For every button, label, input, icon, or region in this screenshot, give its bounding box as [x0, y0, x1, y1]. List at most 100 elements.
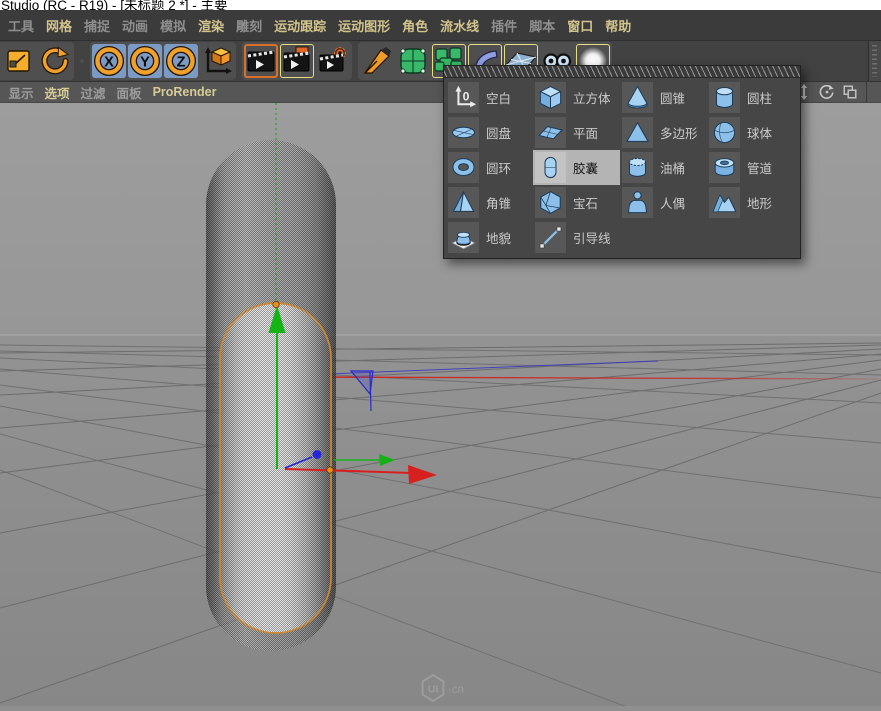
render-view-icon — [244, 44, 278, 78]
primitive-item-plane[interactable]: 平面 — [533, 115, 620, 150]
primitive-item-label: 圆盘 — [486, 123, 511, 142]
coord-system-icon — [200, 44, 234, 78]
spline-pen-button[interactable] — [360, 44, 394, 78]
primitive-item-label: 圆环 — [486, 158, 511, 177]
menubar-item[interactable]: 网格 — [40, 16, 78, 35]
primitive-item-tube[interactable]: 管道 — [707, 150, 794, 185]
capsule-radius-handle[interactable] — [327, 467, 333, 473]
subdivision-icon — [396, 44, 430, 78]
primitive-item-oil-tank[interactable]: 油桶 — [620, 150, 707, 185]
svg-text:Y: Y — [140, 54, 150, 70]
menubar-item[interactable]: 脚本 — [523, 16, 561, 35]
primitive-item-label: 球体 — [747, 123, 772, 142]
pen-icon — [360, 44, 394, 78]
primitive-item-label: 圆锥 — [660, 88, 685, 107]
menubar-item[interactable]: 运动图形 — [332, 16, 396, 35]
menubar-item[interactable]: 捕捉 — [78, 16, 116, 35]
primitive-item-label: 平面 — [573, 123, 598, 142]
menubar-item[interactable]: 工具 — [2, 16, 40, 35]
primitive-item-label: 圆柱 — [747, 88, 772, 107]
primitive-item-disc[interactable]: 圆盘 — [446, 115, 533, 150]
render-picture-viewer-button[interactable] — [280, 44, 314, 78]
axis-ring-icon: Y — [128, 44, 162, 78]
primitive-item-label: 引导线 — [573, 228, 611, 247]
viewport-menu-item[interactable]: 面板 — [111, 83, 147, 102]
render-settings-button[interactable] — [316, 44, 350, 78]
x-axis-lock-button[interactable]: X — [92, 44, 126, 78]
coordinate-system-button[interactable] — [200, 44, 234, 78]
menubar-item[interactable]: 运动跟踪 — [268, 16, 332, 35]
relief-icon — [448, 222, 479, 253]
primitive-item-cone[interactable]: 圆锥 — [620, 80, 707, 115]
menubar-item[interactable]: 模拟 — [154, 16, 192, 35]
subdivision-surface-button[interactable] — [396, 44, 430, 78]
collapsed-palette-edge[interactable] — [868, 41, 881, 81]
rotate-tool-button[interactable] — [38, 44, 72, 78]
menubar-item[interactable]: 窗口 — [561, 16, 599, 35]
torus-icon — [448, 152, 479, 183]
render-view-button[interactable] — [244, 44, 278, 78]
primitive-item-landscape[interactable]: 地形 — [707, 185, 794, 220]
viewport-menu-item[interactable]: 显示 — [3, 83, 39, 102]
svg-text:0: 0 — [463, 89, 470, 103]
toolbar-group-axis-locks: X YZ — [90, 42, 236, 80]
rotate-icon — [38, 44, 72, 78]
menubar-item[interactable]: 动画 — [116, 16, 154, 35]
primitive-item-null[interactable]: 0 空白 — [446, 80, 533, 115]
primitive-item-label: 管道 — [747, 158, 772, 177]
guide-icon — [535, 222, 566, 253]
viewport-menu-item[interactable]: 过滤 — [75, 83, 111, 102]
primitive-item-label: 宝石 — [573, 193, 598, 212]
scale-tool-button[interactable] — [2, 44, 36, 78]
primitive-item-sphere[interactable]: 球体 — [707, 115, 794, 150]
menubar-item[interactable]: 雕刻 — [230, 16, 268, 35]
primitive-item-label: 多边形 — [660, 123, 698, 142]
primitive-item-torus[interactable]: 圆环 — [446, 150, 533, 185]
plane-icon — [535, 117, 566, 148]
viewport-menu-item[interactable]: ProRender — [147, 85, 222, 99]
z-axis-dot[interactable] — [313, 450, 322, 459]
capsule-preview-halftone — [206, 140, 336, 651]
figure-icon — [622, 187, 653, 218]
menubar-item[interactable]: 插件 — [485, 16, 523, 35]
cone-icon — [622, 82, 653, 113]
title-bar: Studio (RC - R19) - [未标题 2 *] - 主要 — [0, 0, 881, 10]
pyramid-icon — [448, 187, 479, 218]
primitive-item-pyramid[interactable]: 角锥 — [446, 185, 533, 220]
tube-icon — [709, 152, 740, 183]
y-axis-lock-button[interactable]: Y — [128, 44, 162, 78]
primitives-flyout-menu: 0 空白 立方体 圆锥 圆柱圆盘 平面 多边形 球体圆环 胶囊油桶 管道角锥 宝石 人偶地形地貌 引导线 — [443, 65, 801, 259]
rotate-view-icon — [819, 84, 835, 100]
primitive-item-relief[interactable]: 地貌 — [446, 220, 533, 255]
menu-bar: 工具网格捕捉动画模拟渲染雕刻运动跟踪运动图形角色流水线插件脚本窗口帮助 — [0, 10, 881, 41]
menubar-item[interactable]: 帮助 — [599, 16, 637, 35]
rotate-view-button[interactable] — [819, 84, 835, 100]
menubar-item[interactable]: 流水线 — [434, 16, 485, 35]
svg-text:X: X — [104, 54, 114, 70]
render-settings-icon — [316, 44, 350, 78]
toolbar-group-render-commands — [242, 42, 352, 80]
primitive-item-platonic[interactable]: 宝石 — [533, 185, 620, 220]
primitive-item-label: 空白 — [486, 88, 511, 107]
viewport-menu-item[interactable]: 选项 — [39, 83, 75, 102]
menubar-item[interactable]: 渲染 — [192, 16, 230, 35]
toggle-view-button[interactable] — [842, 84, 858, 100]
primitive-item-capsule[interactable]: 胶囊 — [533, 150, 620, 185]
primitive-item-cylinder[interactable]: 圆柱 — [707, 80, 794, 115]
window-title: Studio (RC - R19) - [未标题 2 *] - 主要 — [1, 0, 881, 10]
menubar-item[interactable]: 角色 — [396, 16, 434, 35]
primitive-item-figure[interactable]: 人偶 — [620, 185, 707, 220]
toolbar-group-transform-tools — [0, 42, 74, 80]
primitive-item-label: 角锥 — [486, 193, 511, 212]
primitives-grid: 0 空白 立方体 圆锥 圆柱圆盘 平面 多边形 球体圆环 胶囊油桶 管道角锥 宝石 人偶地形地貌 引导线 — [444, 78, 800, 258]
primitive-item-guide[interactable]: 引导线 — [533, 220, 620, 255]
toolbar-group-last-used-tool — [80, 59, 84, 63]
primitive-item-polygon[interactable]: 多边形 — [620, 115, 707, 150]
polygon-icon — [622, 117, 653, 148]
flyout-drag-handle[interactable] — [444, 66, 800, 78]
primitive-item-cube[interactable]: 立方体 — [533, 80, 620, 115]
capsule-top-handle[interactable] — [273, 301, 279, 307]
capsule-object[interactable] — [206, 140, 336, 651]
axis-ring-icon: Z — [164, 44, 198, 78]
z-axis-lock-button[interactable]: Z — [164, 44, 198, 78]
